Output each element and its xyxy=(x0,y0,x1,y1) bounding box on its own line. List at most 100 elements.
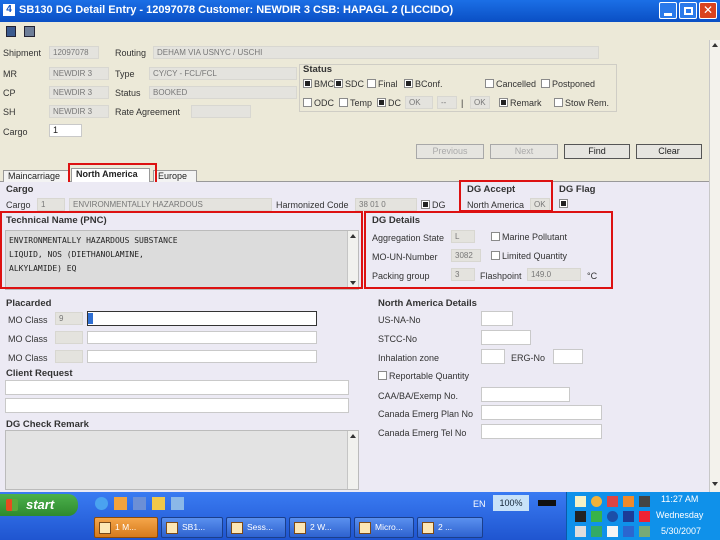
window-scroll-up-icon[interactable] xyxy=(712,43,718,47)
tab-europe[interactable]: Europe xyxy=(153,170,197,182)
dg-checkbox[interactable] xyxy=(421,200,430,209)
tray-shortcut-icon[interactable] xyxy=(607,526,618,537)
dc-status-field[interactable]: OK xyxy=(405,96,433,109)
caa-field[interactable] xyxy=(481,387,570,402)
cancelled-checkbox[interactable] xyxy=(485,79,494,88)
reportable-quantity-checkbox[interactable] xyxy=(378,371,387,380)
sh-field[interactable]: NEWDIR 3 xyxy=(49,105,109,118)
previous-button[interactable]: Previous xyxy=(416,144,484,159)
dg-check-remark-textarea[interactable] xyxy=(5,430,359,490)
taskbar-button-4[interactable]: 2 W... xyxy=(289,517,351,538)
dc-ok2-field[interactable]: OK xyxy=(470,96,490,109)
final-checkbox[interactable] xyxy=(367,79,376,88)
taskbar-button-1[interactable]: 1 M... xyxy=(94,517,158,538)
status-cancelled[interactable]: Cancelled xyxy=(485,79,536,89)
zoom-indicator[interactable]: 100% xyxy=(493,495,529,511)
rate-agreement-field[interactable] xyxy=(191,105,251,118)
odc-checkbox[interactable] xyxy=(303,98,312,107)
quicklaunch-tool-icon[interactable] xyxy=(171,497,184,510)
cargo-description-field[interactable]: ENVIRONMENTALLY HAZARDOUS xyxy=(69,198,272,211)
reportable-quantity-wrap[interactable]: Reportable Quantity xyxy=(378,371,469,381)
status-final[interactable]: Final xyxy=(367,79,398,89)
shipment-field[interactable]: 12097078 xyxy=(49,46,99,59)
bconf-checkbox[interactable] xyxy=(404,79,413,88)
window-scroll-down-icon[interactable] xyxy=(712,482,718,486)
taskbar-button-5[interactable]: Micro... xyxy=(354,517,414,538)
save-icon[interactable] xyxy=(6,26,16,37)
mo-class-field-3[interactable] xyxy=(55,350,83,363)
tray-mail-icon[interactable] xyxy=(575,496,586,507)
remark-scrollbar[interactable] xyxy=(347,431,358,489)
close-button[interactable]: ✕ xyxy=(699,2,717,19)
temp-checkbox[interactable] xyxy=(339,98,348,107)
quicklaunch-folder-icon[interactable] xyxy=(152,497,165,510)
type-field[interactable]: CY/CY - FCL/FCL xyxy=(149,67,297,80)
quicklaunch-ie-icon[interactable] xyxy=(95,497,108,510)
quicklaunch-app-icon[interactable] xyxy=(114,497,127,510)
dc-dash-field[interactable]: -- xyxy=(437,96,457,109)
sdc-checkbox[interactable] xyxy=(334,79,343,88)
tray-app-icon[interactable] xyxy=(623,496,634,507)
taskbar-button-2[interactable]: SB1... xyxy=(161,517,223,538)
cp-field[interactable]: NEWDIR 3 xyxy=(49,86,109,99)
canada-plan-field[interactable] xyxy=(481,405,602,420)
language-indicator[interactable]: EN xyxy=(473,499,486,509)
tray-security-icon[interactable] xyxy=(607,496,618,507)
status-temp[interactable]: Temp xyxy=(339,98,372,108)
taskbar-button-3[interactable]: Sess... xyxy=(226,517,286,538)
find-button[interactable]: Find xyxy=(564,144,630,159)
print-icon[interactable] xyxy=(24,26,35,37)
harmonized-code-field[interactable]: 38 01 0 xyxy=(355,198,417,211)
stow-rem-checkbox[interactable] xyxy=(554,98,563,107)
tray-misc-icon[interactable] xyxy=(639,526,650,537)
maximize-button[interactable] xyxy=(679,2,697,19)
tray-update-icon[interactable] xyxy=(591,511,602,522)
status-field[interactable]: BOOKED xyxy=(149,86,297,99)
status-postponed[interactable]: Postponed xyxy=(541,79,595,89)
status-dc[interactable]: DC xyxy=(377,98,401,108)
client-request-field-1[interactable] xyxy=(5,380,349,395)
mo-class-desc-1[interactable] xyxy=(87,311,317,326)
tray-shield-icon[interactable] xyxy=(607,511,618,522)
next-button[interactable]: Next xyxy=(490,144,558,159)
mo-class-field-1[interactable]: 9 xyxy=(55,312,83,325)
postponed-checkbox[interactable] xyxy=(541,79,550,88)
remark-scroll-up-icon[interactable] xyxy=(350,434,356,438)
status-bconf[interactable]: BConf. xyxy=(404,79,443,89)
tab-maincarriage[interactable]: Maincarriage xyxy=(3,170,69,182)
status-stow-rem[interactable]: Stow Rem. xyxy=(554,98,609,108)
mo-class-desc-2[interactable] xyxy=(87,331,317,344)
usna-field[interactable] xyxy=(481,311,513,326)
cargo-header-field[interactable]: 1 xyxy=(49,124,82,137)
tray-printer-icon[interactable] xyxy=(575,526,586,537)
remark-checkbox[interactable] xyxy=(499,98,508,107)
dg-checkbox-wrap[interactable]: DG xyxy=(421,200,446,210)
mo-class-desc-3[interactable] xyxy=(87,350,317,363)
tray-volume-icon[interactable] xyxy=(575,511,586,522)
dg-flag-checkbox[interactable] xyxy=(559,199,570,209)
canada-tel-field[interactable] xyxy=(481,424,602,439)
mo-class-field-2[interactable] xyxy=(55,331,83,344)
status-bmc[interactable]: BMC xyxy=(303,79,334,89)
status-remark[interactable]: Remark xyxy=(499,98,542,108)
tray-clock-icon[interactable] xyxy=(591,496,602,507)
minimize-button[interactable] xyxy=(659,2,677,19)
mr-field[interactable]: NEWDIR 3 xyxy=(49,67,109,80)
erg-field[interactable] xyxy=(553,349,583,364)
tray-network-icon[interactable] xyxy=(639,496,650,507)
inhalation-field[interactable] xyxy=(481,349,505,364)
tray-alert-icon[interactable] xyxy=(639,511,650,522)
quicklaunch-desktop-icon[interactable] xyxy=(133,497,146,510)
clock-time[interactable]: 11:27 AM xyxy=(661,494,698,504)
routing-field[interactable]: DEHAM VIA USNYC / USCHI xyxy=(153,46,599,59)
tray-media-icon[interactable] xyxy=(623,511,634,522)
cargo-row-field[interactable]: 1 xyxy=(37,198,65,211)
status-sdc[interactable]: SDC xyxy=(334,79,364,89)
tray-arrow-icon[interactable] xyxy=(623,526,634,537)
tray-monitor-icon[interactable] xyxy=(591,526,602,537)
clear-button[interactable]: Clear xyxy=(636,144,702,159)
dc-checkbox[interactable] xyxy=(377,98,386,107)
taskbar-button-6[interactable]: 2 ... xyxy=(417,517,483,538)
stcc-field[interactable] xyxy=(481,330,531,345)
status-odc[interactable]: ODC xyxy=(303,98,334,108)
